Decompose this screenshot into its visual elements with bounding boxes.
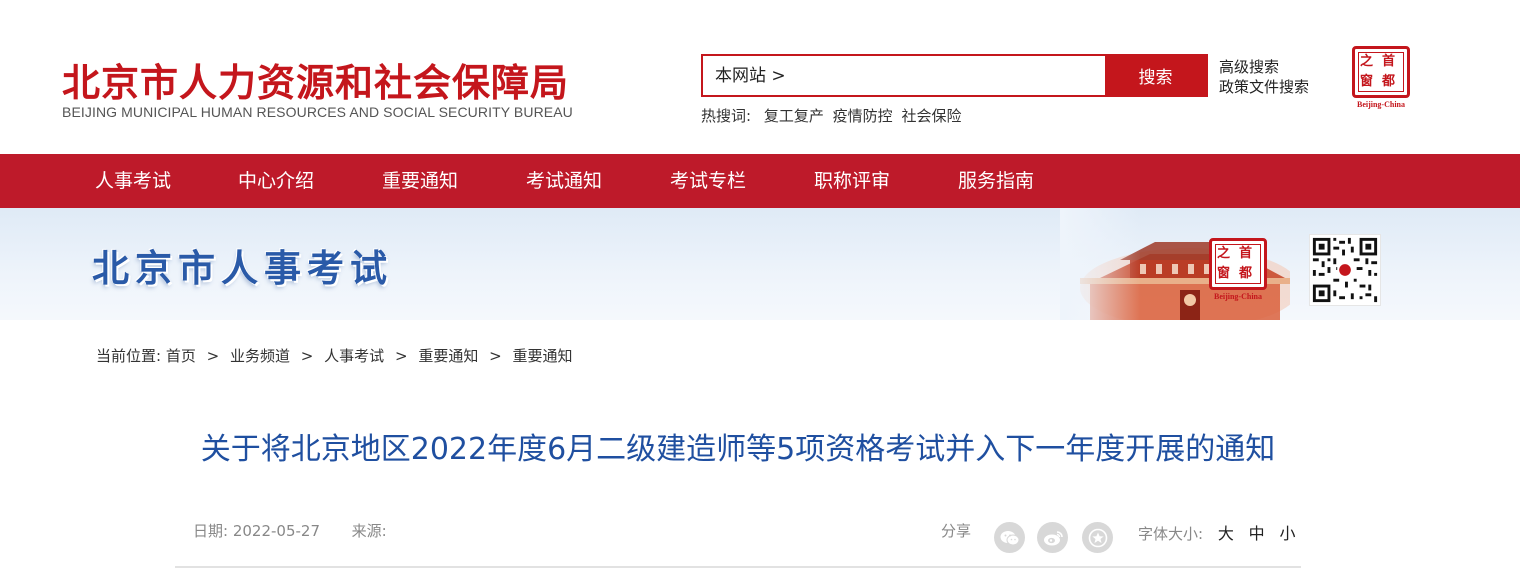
- stamp-char: 都: [1382, 74, 1396, 89]
- search-links: 高级搜索 政策文件搜索: [1219, 57, 1309, 97]
- nav-item-important-notices[interactable]: 重要通知: [382, 154, 458, 208]
- breadcrumb-separator: >: [394, 347, 408, 365]
- breadcrumb-separator: >: [206, 347, 220, 365]
- search-box: 搜索: [701, 54, 1208, 97]
- hot-term-link[interactable]: 复工复产: [764, 107, 824, 125]
- main-nav: 人事考试 中心介绍 重要通知 考试通知 考试专栏 职称评审 服务指南: [0, 154, 1520, 208]
- hot-search-label: 热搜词:: [701, 107, 752, 125]
- stamp-caption: Beijing-China: [1213, 292, 1262, 301]
- hot-term-link[interactable]: 疫情防控: [833, 107, 893, 125]
- font-size-controls: 字体大小: 大 中 小: [1138, 520, 1295, 544]
- site-logo-subtitle: BEIJING MUNICIPAL HUMAN RESOURCES AND SO…: [62, 104, 573, 120]
- stamp-char: 之: [1360, 54, 1374, 69]
- nav-item-personnel-exam[interactable]: 人事考试: [95, 154, 171, 208]
- source-label: 来源:: [351, 522, 387, 540]
- article-container: 当前位置: 首页 > 业务频道 > 人事考试 > 重要通知 > 重要通知 关于将…: [63, 320, 1413, 573]
- channel-banner: 北京市人事考试 之 首 窗 都 Beijing-China: [0, 208, 1520, 320]
- date-label: 日期:: [193, 522, 229, 540]
- breadcrumb-item[interactable]: 业务频道: [230, 347, 290, 365]
- search-input[interactable]: [703, 56, 1106, 95]
- breadcrumb-label: 当前位置:: [96, 347, 162, 365]
- breadcrumb-item-home[interactable]: 首页: [166, 347, 196, 365]
- stamp-char: 首: [1382, 54, 1396, 69]
- capital-window-logo[interactable]: 之 首 窗 都 Beijing-China: [1352, 46, 1410, 110]
- nav-item-title-review[interactable]: 职称评审: [814, 154, 890, 208]
- nav-item-center-intro[interactable]: 中心介绍: [238, 154, 314, 208]
- font-size-label: 字体大小:: [1138, 525, 1204, 543]
- stamp-char: 窗: [1217, 266, 1231, 281]
- favorite-icon[interactable]: [1082, 522, 1113, 553]
- font-size-large[interactable]: 大: [1218, 524, 1234, 543]
- nav-item-service-guide[interactable]: 服务指南: [958, 154, 1034, 208]
- stamp-caption: Beijing-China: [1356, 100, 1405, 109]
- qr-code-icon[interactable]: [1309, 234, 1381, 306]
- site-header: 北京市人力资源和社会保障局 BEIJING MUNICIPAL HUMAN RE…: [0, 0, 1520, 154]
- stamp-char: 都: [1239, 266, 1253, 281]
- site-logo-title[interactable]: 北京市人力资源和社会保障局: [62, 52, 569, 107]
- hot-search-terms: 热搜词: 复工复产 疫情防控 社会保险: [701, 105, 965, 126]
- banner-title: 北京市人事考试: [92, 247, 393, 290]
- stamp-char: 之: [1217, 246, 1231, 261]
- weibo-icon[interactable]: [1037, 522, 1068, 553]
- nav-item-exam-column[interactable]: 考试专栏: [670, 154, 746, 208]
- publish-date: 2022-05-27: [232, 522, 321, 540]
- stamp-char: 首: [1239, 246, 1253, 261]
- hot-term-link[interactable]: 社会保险: [901, 107, 961, 125]
- breadcrumb-item[interactable]: 重要通知: [512, 347, 572, 365]
- share-label: 分享: [941, 522, 972, 540]
- capital-window-stamp: 之 首 窗 都 Beijing-China: [1209, 238, 1267, 302]
- breadcrumb: 当前位置: 首页 > 业务频道 > 人事考试 > 重要通知 > 重要通知: [96, 345, 572, 366]
- nav-item-exam-notices[interactable]: 考试通知: [526, 154, 602, 208]
- divider: [175, 566, 1301, 568]
- policy-search-link[interactable]: 政策文件搜索: [1219, 77, 1309, 97]
- font-size-medium[interactable]: 中: [1249, 524, 1265, 543]
- search-button[interactable]: 搜索: [1105, 56, 1206, 95]
- breadcrumb-separator: >: [300, 347, 314, 365]
- stamp-char: 窗: [1360, 74, 1374, 89]
- font-size-small[interactable]: 小: [1279, 524, 1295, 543]
- breadcrumb-item[interactable]: 重要通知: [418, 347, 478, 365]
- article-meta: 日期: 2022-05-27 来源:: [193, 520, 387, 541]
- breadcrumb-item[interactable]: 人事考试: [324, 347, 384, 365]
- article-title: 关于将北京地区2022年度6月二级建造师等5项资格考试并入下一年度开展的通知: [200, 432, 1276, 467]
- breadcrumb-separator: >: [489, 347, 502, 365]
- advanced-search-link[interactable]: 高级搜索: [1219, 57, 1309, 77]
- wechat-icon[interactable]: [994, 522, 1025, 553]
